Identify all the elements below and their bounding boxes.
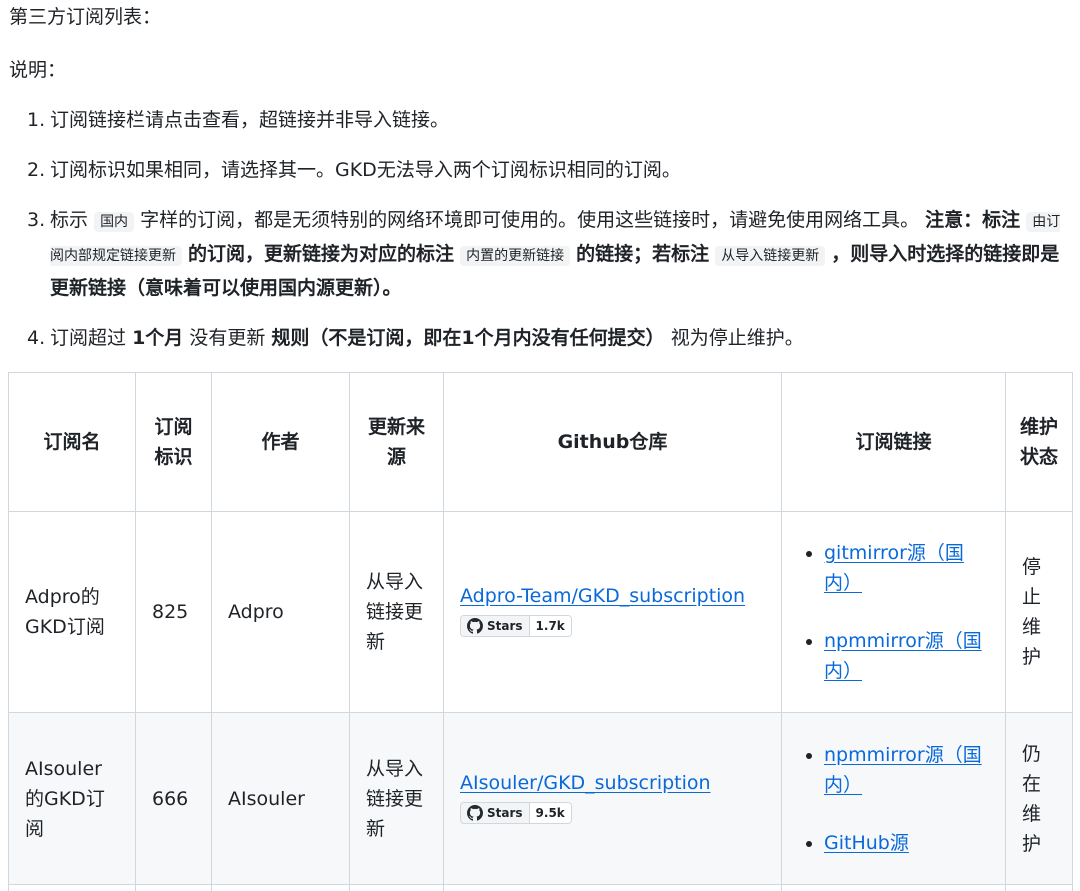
cell-author: Adpro bbox=[211, 511, 350, 713]
badge-label-section: Stars bbox=[461, 616, 530, 636]
repo-link[interactable]: Adpro-Team/GKD_subscription bbox=[460, 585, 745, 607]
badge-label: Stars bbox=[487, 619, 523, 633]
cell-repo: AIsouler/GKD_subscription Stars 9.5k bbox=[443, 712, 782, 885]
rule-number: 2. bbox=[27, 159, 46, 181]
header-status: 维护状态 bbox=[1005, 372, 1073, 512]
subscription-link[interactable]: npmmirror源（国内） bbox=[824, 744, 982, 796]
rule-text-part: 没有更新 bbox=[189, 327, 266, 349]
cell-id: 825 bbox=[135, 511, 212, 713]
rule-number: 3. bbox=[27, 209, 46, 231]
badge-label: Stars bbox=[487, 805, 523, 820]
tag-domestic: 国内 bbox=[94, 212, 135, 232]
rule-number: 4. bbox=[27, 327, 46, 349]
header-id: 订阅标识 bbox=[135, 372, 212, 512]
page: 第三方订阅列表： 说明： 1. 订阅链接栏请点击查看，超链接并非导入链接。 2.… bbox=[0, 0, 1080, 891]
subscription-link[interactable]: GitHub源 bbox=[824, 832, 909, 854]
badge-count: 1.7k bbox=[529, 616, 571, 636]
rule-text: 订阅标识如果相同，请选择其一。GKD无法导入两个订阅标识相同的订阅。 bbox=[50, 159, 681, 181]
rule-text-part: 订阅超过 bbox=[50, 327, 127, 349]
rule-item-4: 4. 订阅超过 1个月 没有更新 规则（不是订阅，即在1个月内没有任何提交） 视… bbox=[0, 322, 1072, 354]
badge-label-section: Stars bbox=[461, 802, 530, 823]
cell-links: npmmirror源（国内） GitHub源 bbox=[781, 712, 1006, 885]
rule-number: 1. bbox=[27, 109, 46, 131]
table-row: Adpro的GKD订阅 825 Adpro 从导入链接更新 Adpro-Team… bbox=[8, 511, 1073, 713]
rule-text: 订阅链接栏请点击查看，超链接并非导入链接。 bbox=[50, 109, 450, 131]
cell-status: 仍在维护 bbox=[1005, 712, 1073, 885]
cell-name: AIsouler的GKD订阅 bbox=[8, 712, 136, 885]
list-item: npmmirror源（国内） bbox=[824, 626, 989, 686]
subscription-link-list: gitmirror源（国内） npmmirror源（国内） bbox=[798, 538, 989, 686]
notes-heading: 说明： bbox=[9, 59, 67, 81]
subscription-table: 订阅名 订阅标识 作者 更新来源 Github仓库 订阅链接 维护状态 Adpr… bbox=[8, 372, 1073, 891]
rules-list: 1. 订阅链接栏请点击查看，超链接并非导入链接。 2. 订阅标识如果相同，请选择… bbox=[0, 104, 1072, 372]
rule-item-1: 1. 订阅链接栏请点击查看，超链接并非导入链接。 bbox=[0, 104, 1072, 136]
rule-bold-part: 1个月 bbox=[132, 327, 184, 349]
tag-import-update: 从导入链接更新 bbox=[715, 246, 826, 266]
cell-name: Adpro的GKD订阅 bbox=[8, 511, 136, 713]
cell-source: 从导入链接更新 bbox=[349, 511, 444, 713]
header-links: 订阅链接 bbox=[781, 372, 1006, 512]
rule-item-2: 2. 订阅标识如果相同，请选择其一。GKD无法导入两个订阅标识相同的订阅。 bbox=[0, 154, 1072, 186]
tag-builtin-link: 内置的更新链接 bbox=[460, 246, 571, 266]
cell-status: 停止维护 bbox=[1005, 511, 1073, 713]
cell-links: gitmirror源（国内） npmmirror源（国内） bbox=[781, 511, 1006, 713]
subscription-link-list: npmmirror源（国内） GitHub源 bbox=[798, 740, 989, 858]
header-source: 更新来源 bbox=[349, 372, 444, 512]
list-item: GitHub源 bbox=[824, 828, 989, 858]
rule-item-3: 3. 标示 国内 字样的订阅，都是无须特别的网络环境即可使用的。使用这些链接时，… bbox=[0, 204, 1072, 304]
table-row-partial bbox=[8, 884, 1073, 891]
rule-text-part: 视为停止维护。 bbox=[670, 327, 804, 349]
table-header-row: 订阅名 订阅标识 作者 更新来源 Github仓库 订阅链接 维护状态 bbox=[8, 372, 1073, 512]
cell-source: 从导入链接更新 bbox=[349, 712, 444, 885]
cell-author: AIsouler bbox=[211, 712, 350, 885]
page-title: 第三方订阅列表： bbox=[9, 6, 162, 28]
rule-bold-part: 注意：标注 bbox=[925, 209, 1021, 231]
subscription-link[interactable]: npmmirror源（国内） bbox=[824, 630, 982, 682]
cell-id: 666 bbox=[135, 712, 212, 885]
rule-bold-part: 的链接；若标注 bbox=[576, 243, 710, 265]
badge-count: 9.5k bbox=[529, 802, 571, 823]
rule-bold-part: 的订阅，更新链接为对应的标注 bbox=[188, 243, 455, 265]
github-icon bbox=[467, 618, 483, 634]
repo-link[interactable]: AIsouler/GKD_subscription bbox=[460, 772, 711, 794]
subscription-link[interactable]: gitmirror源（国内） bbox=[824, 542, 964, 594]
rule-text-part: 字样的订阅，都是无须特别的网络环境即可使用的。使用这些链接时，请避免使用网络工具… bbox=[140, 209, 920, 231]
rule-bold-part: 规则（不是订阅，即在1个月内没有任何提交） bbox=[271, 327, 665, 349]
cell-repo: Adpro-Team/GKD_subscription Stars 1.7k bbox=[443, 511, 782, 713]
table-row: AIsouler的GKD订阅 666 AIsouler 从导入链接更新 AIso… bbox=[8, 712, 1073, 885]
rule-text-part: 标示 bbox=[50, 209, 89, 231]
header-author: 作者 bbox=[211, 372, 350, 512]
list-item: npmmirror源（国内） bbox=[824, 740, 989, 800]
header-name: 订阅名 bbox=[8, 372, 136, 512]
header-repo: Github仓库 bbox=[443, 372, 782, 512]
stars-badge[interactable]: Stars 9.5k bbox=[460, 801, 572, 824]
list-item: gitmirror源（国内） bbox=[824, 538, 989, 598]
github-icon bbox=[467, 804, 483, 821]
stars-badge[interactable]: Stars 1.7k bbox=[460, 615, 572, 637]
